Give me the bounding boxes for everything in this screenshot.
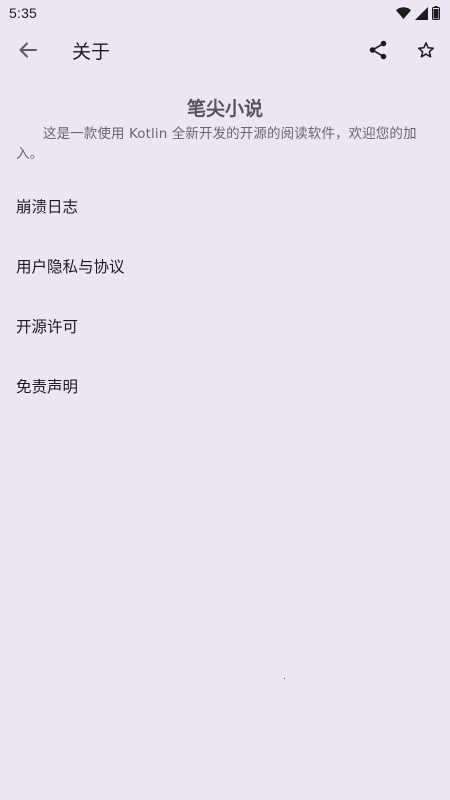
top-app-bar: 关于 (0, 26, 450, 78)
favorite-button[interactable] (406, 30, 446, 74)
menu-item-open-source-license[interactable]: 开源许可 (0, 296, 450, 356)
menu-item-crash-log[interactable]: 崩溃日志 (0, 176, 450, 236)
status-time: 5:35 (9, 5, 38, 21)
signal-icon (415, 6, 428, 20)
about-menu-list: 崩溃日志 用户隐私与协议 开源许可 免责声明 (0, 176, 450, 416)
app-description: 这是一款使用 Kotlin 全新开发的开源的阅读软件，欢迎您的加入。 (16, 126, 417, 162)
star-outline-icon (417, 41, 435, 63)
status-icons (396, 6, 440, 20)
wifi-icon (396, 7, 411, 19)
menu-item-label: 崩溃日志 (16, 198, 79, 216)
stray-dot (284, 678, 285, 679)
menu-item-privacy-agreement[interactable]: 用户隐私与协议 (0, 236, 450, 296)
page-title: 关于 (72, 41, 111, 63)
share-button[interactable] (358, 30, 398, 74)
menu-item-label: 开源许可 (16, 318, 79, 336)
menu-item-label: 免责声明 (16, 378, 79, 396)
battery-icon (432, 6, 440, 20)
menu-item-disclaimer[interactable]: 免责声明 (0, 356, 450, 416)
app-name: 笔尖小说 (186, 98, 263, 120)
about-header: 笔尖小说 这是一款使用 Kotlin 全新开发的开源的阅读软件，欢迎您的加入。 (0, 96, 450, 164)
menu-item-label: 用户隐私与协议 (16, 258, 125, 276)
arrow-back-icon (18, 40, 38, 64)
back-button[interactable] (8, 30, 48, 74)
share-icon (369, 40, 387, 64)
status-bar: 5:35 (0, 0, 450, 26)
